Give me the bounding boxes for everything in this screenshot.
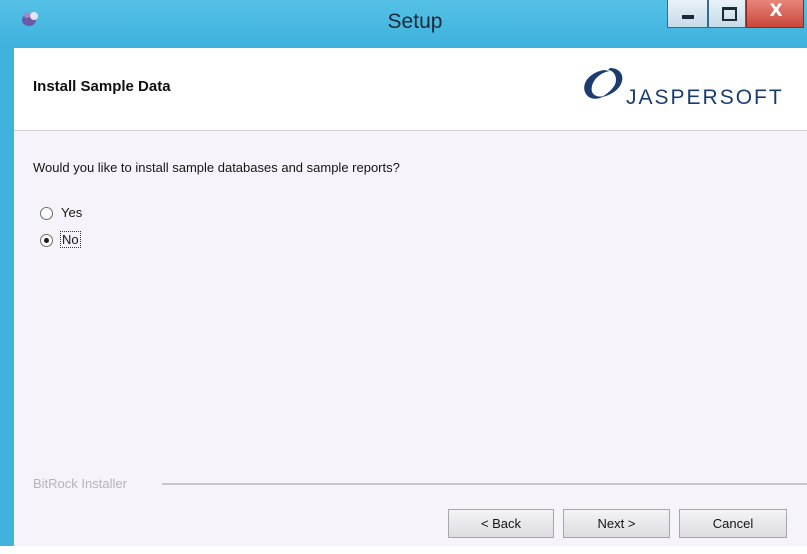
- minimize-button[interactable]: [667, 0, 708, 28]
- radio-selected-dot: [44, 238, 49, 243]
- maximize-icon: [722, 7, 737, 21]
- footer-divider: [162, 483, 807, 485]
- radio-label-no-text[interactable]: No: [60, 231, 81, 248]
- window-frame-bottom: [0, 546, 807, 554]
- title-bar[interactable]: Setup X: [0, 0, 807, 48]
- minimize-icon: [682, 15, 694, 19]
- logo-wordmark: JASPERSOFT: [626, 86, 784, 109]
- page-title: Install Sample Data: [33, 78, 171, 95]
- next-button[interactable]: Next >: [563, 509, 670, 538]
- back-button[interactable]: < Back: [448, 509, 554, 538]
- installer-app-icon[interactable]: [20, 8, 42, 30]
- jaspersoft-logo: JASPERSOFT: [574, 56, 804, 116]
- window-frame-left: [0, 48, 14, 554]
- page-header: Install Sample Data JASPERSOFT: [14, 48, 807, 131]
- radio-label-yes[interactable]: Yes: [61, 205, 82, 220]
- radio-button-yes[interactable]: [40, 207, 53, 220]
- setup-window: Setup X Install Sample Data JASPERSOFT W…: [0, 0, 807, 554]
- radio-label-no[interactable]: No: [60, 231, 81, 248]
- close-icon: X: [769, 1, 783, 21]
- close-button[interactable]: X: [746, 0, 804, 28]
- install-question: Would you like to install sample databas…: [33, 160, 400, 175]
- installer-brand-label: BitRock Installer: [33, 476, 127, 491]
- window-title: Setup: [387, 10, 443, 33]
- radio-button-no[interactable]: [40, 234, 53, 247]
- cancel-button[interactable]: Cancel: [679, 509, 787, 538]
- maximize-button[interactable]: [708, 0, 746, 28]
- jaspersoft-swirl-logo-icon: [584, 68, 623, 99]
